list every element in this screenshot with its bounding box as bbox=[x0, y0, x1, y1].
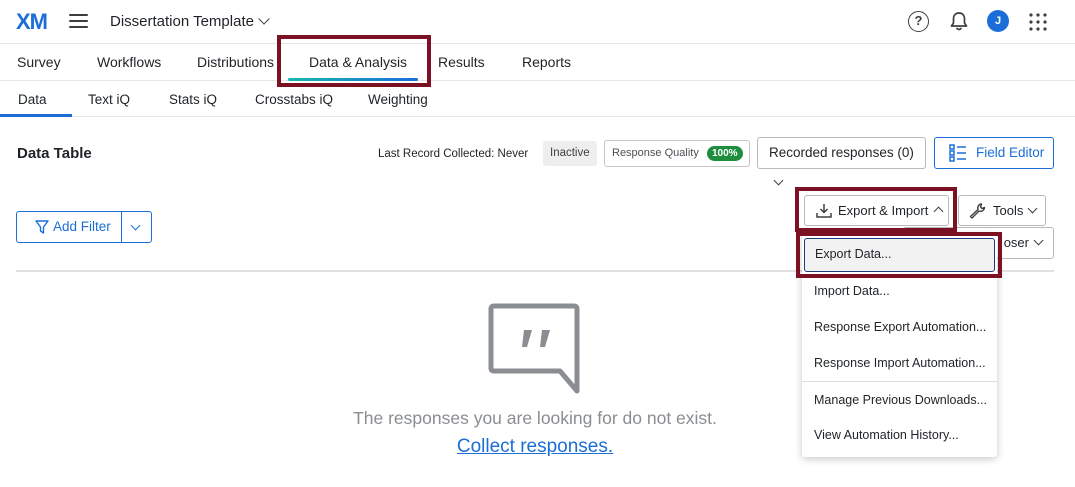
secondary-nav: Data Text iQ Stats iQ Crosstabs iQ Weigh… bbox=[0, 81, 1075, 117]
field-editor-button[interactable]: Field Editor bbox=[934, 137, 1054, 169]
help-icon[interactable]: ? bbox=[908, 11, 929, 32]
subtab-data[interactable]: Data bbox=[18, 92, 47, 107]
user-avatar[interactable]: J bbox=[987, 10, 1009, 32]
recorded-responses-dropdown[interactable]: Recorded responses (0) bbox=[757, 137, 926, 186]
subtab-crosstabs-iq[interactable]: Crosstabs iQ bbox=[255, 92, 333, 107]
tools-button[interactable]: Tools bbox=[958, 195, 1046, 226]
export-import-menu: Export Data... Import Data... Response E… bbox=[802, 234, 997, 457]
xm-logo[interactable]: XM bbox=[16, 9, 48, 35]
add-filter-button[interactable]: Add Filter bbox=[16, 211, 122, 243]
chevron-down-icon bbox=[1027, 203, 1038, 214]
field-editor-label: Field Editor bbox=[976, 145, 1045, 160]
filter-icon bbox=[35, 220, 49, 234]
chevron-down-icon bbox=[258, 13, 270, 25]
tab-survey[interactable]: Survey bbox=[17, 54, 61, 70]
column-chooser-label: oser bbox=[1003, 235, 1029, 250]
subtab-text-iq[interactable]: Text iQ bbox=[88, 92, 130, 107]
tab-reports[interactable]: Reports bbox=[522, 54, 571, 70]
download-icon bbox=[816, 204, 832, 218]
menu-item-response-export-automation[interactable]: Response Export Automation... bbox=[802, 310, 997, 344]
collect-responses-link[interactable]: Collect responses. bbox=[457, 436, 613, 457]
tab-distributions[interactable]: Distributions bbox=[197, 54, 274, 70]
response-quality-label: Response Quality bbox=[612, 147, 699, 159]
menu-separator bbox=[802, 381, 997, 382]
chevron-down-icon bbox=[130, 220, 141, 231]
tab-results[interactable]: Results bbox=[438, 54, 485, 70]
field-editor-icon bbox=[949, 144, 966, 162]
hamburger-menu-icon[interactable] bbox=[69, 14, 88, 29]
status-badge: Inactive bbox=[543, 141, 597, 166]
response-quality-button[interactable]: Response Quality 100% bbox=[604, 140, 750, 167]
tools-label: Tools bbox=[993, 203, 1024, 218]
menu-item-import-data[interactable]: Import Data... bbox=[802, 274, 997, 308]
menu-item-manage-previous-downloads[interactable]: Manage Previous Downloads... bbox=[802, 383, 997, 417]
menu-item-response-import-automation[interactable]: Response Import Automation... bbox=[802, 346, 997, 380]
active-subtab-indicator bbox=[0, 114, 72, 117]
last-record-collected: Last Record Collected: Never bbox=[378, 148, 529, 160]
export-import-button[interactable]: Export & Import bbox=[804, 195, 949, 226]
top-bar: XM Dissertation Template ? J bbox=[0, 0, 1075, 44]
wrench-icon bbox=[969, 203, 986, 219]
menu-item-export-data[interactable]: Export Data... bbox=[804, 238, 995, 272]
project-name: Dissertation Template bbox=[110, 13, 254, 30]
export-import-label: Export & Import bbox=[838, 203, 929, 218]
chevron-down-icon bbox=[773, 175, 784, 186]
empty-quote-icon bbox=[488, 303, 580, 394]
chevron-down-icon bbox=[1033, 235, 1044, 246]
tab-data-analysis[interactable]: Data & Analysis bbox=[309, 54, 407, 70]
primary-nav: Survey Workflows Distributions Data & An… bbox=[0, 44, 1075, 81]
recorded-responses-label: Recorded responses (0) bbox=[769, 145, 914, 160]
bell-icon[interactable] bbox=[948, 10, 970, 32]
apps-grid-icon[interactable] bbox=[1029, 13, 1047, 31]
subtab-stats-iq[interactable]: Stats iQ bbox=[169, 92, 217, 107]
subtab-weighting[interactable]: Weighting bbox=[368, 92, 428, 107]
add-filter-label: Add Filter bbox=[53, 219, 111, 234]
filter-options-dropdown[interactable] bbox=[121, 211, 152, 243]
menu-item-view-automation-history[interactable]: View Automation History... bbox=[802, 418, 997, 452]
project-selector[interactable]: Dissertation Template bbox=[110, 13, 270, 30]
page-title: Data Table bbox=[17, 145, 92, 162]
tab-workflows[interactable]: Workflows bbox=[97, 54, 161, 70]
chevron-up-icon bbox=[933, 206, 944, 217]
response-quality-badge: 100% bbox=[707, 146, 743, 161]
